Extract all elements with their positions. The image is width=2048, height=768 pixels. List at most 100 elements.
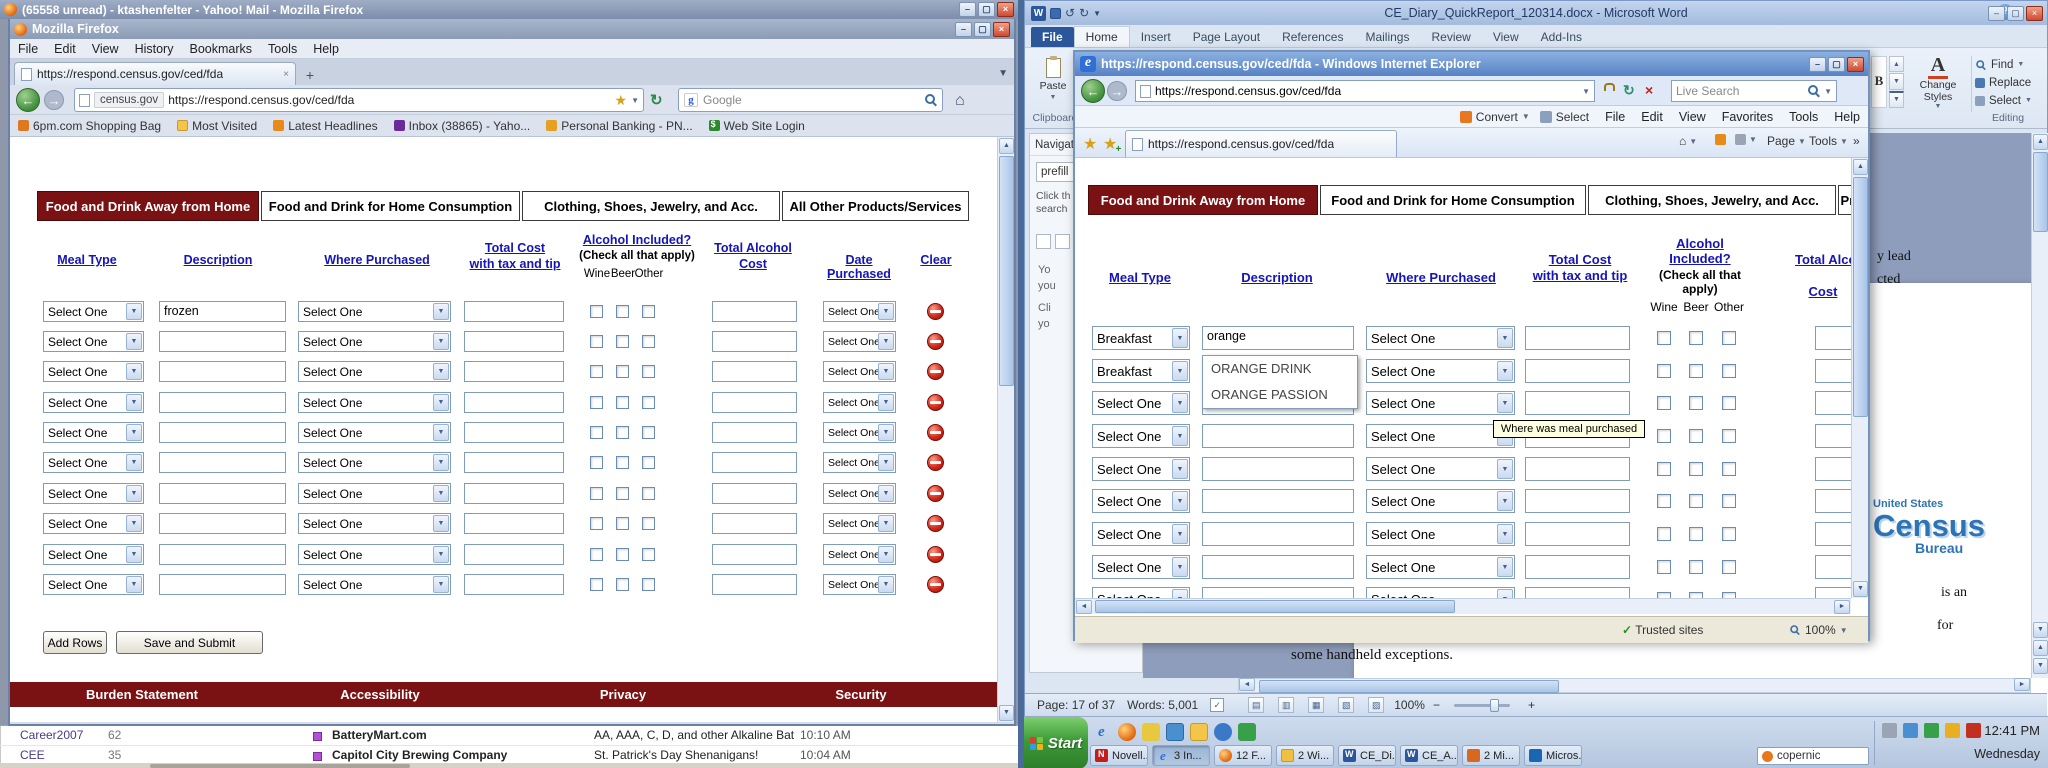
start-button[interactable]: Start <box>1024 717 1088 768</box>
col-header-where-purchased[interactable]: Where Purchased <box>317 253 437 267</box>
select-meal-type[interactable]: Select One▼ <box>1092 587 1190 598</box>
dropdown-arrow-icon[interactable]: ▼ <box>433 333 449 350</box>
select-button[interactable]: Select <box>1540 110 1589 124</box>
select-meal-type[interactable]: Select One▼ <box>43 392 144 413</box>
category-tab-food-and-drink-for-home-consumption[interactable]: Food and Drink for Home Consumption <box>1320 185 1586 215</box>
dropdown-arrow-icon[interactable]: ▼ <box>878 303 894 320</box>
select-where-purchased[interactable]: Select One▼ <box>298 513 451 534</box>
checkbox-other[interactable] <box>1722 429 1736 443</box>
taskbar-button-micros[interactable]: Micros... <box>1524 745 1582 766</box>
ribbon-tab-view[interactable]: View <box>1482 27 1530 47</box>
checkbox-wine[interactable] <box>590 396 603 409</box>
web-layout-view-icon[interactable]: ▦ <box>1308 697 1324 713</box>
dropdown-arrow-icon[interactable]: ▼ <box>1172 393 1188 413</box>
dropdown-arrow-icon[interactable]: ▼ <box>1497 524 1513 544</box>
checkbox-other[interactable] <box>642 396 655 409</box>
minimize-button[interactable]: – <box>1809 57 1826 72</box>
scrollbar-thumb[interactable] <box>2033 152 2048 232</box>
maximize-button[interactable]: ▢ <box>978 2 995 17</box>
checkbox-beer[interactable] <box>616 396 629 409</box>
col-header-description[interactable]: Description <box>1227 270 1327 285</box>
ff-menu-edit[interactable]: Edit <box>46 42 84 56</box>
search-dropdown-icon[interactable]: ▼ <box>1824 87 1832 96</box>
select-where-purchased[interactable]: Select One▼ <box>1366 587 1515 598</box>
volume-icon[interactable] <box>1882 723 1897 738</box>
col-header-with-tax[interactable]: with tax and tip <box>460 257 570 271</box>
more-commands-icon[interactable]: » <box>1853 134 1860 148</box>
select-meal-type[interactable]: Select One▼ <box>43 301 144 322</box>
input-description[interactable] <box>1202 457 1354 481</box>
scroll-left-icon[interactable]: ◄ <box>1239 678 1255 691</box>
select-meal-type[interactable]: Breakfast▼ <box>1092 326 1190 350</box>
select-date-purchased[interactable]: Select One▼ <box>823 544 896 565</box>
mail-subject[interactable]: St. Patrick's Day Shenanigans! <box>594 748 794 764</box>
clear-row-icon[interactable] <box>927 363 944 380</box>
search-input[interactable]: g Google <box>678 88 943 112</box>
col-header-cost[interactable]: Cost <box>708 257 798 271</box>
ff-menu-bookmarks[interactable]: Bookmarks <box>181 42 260 56</box>
category-tab-all-other-products-services[interactable]: All Other Products/Services <box>782 191 969 221</box>
back-button[interactable]: ← <box>1081 79 1105 103</box>
select-date-purchased[interactable]: Select One▼ <box>823 331 896 352</box>
url-text[interactable]: https://respond.census.gov/ced/fda <box>1155 84 1578 98</box>
checkbox-beer[interactable] <box>616 548 629 561</box>
col-header-alcohol-included[interactable]: Alcohol Included? <box>1663 236 1737 266</box>
clear-row-icon[interactable] <box>927 454 944 471</box>
dropdown-arrow-icon[interactable]: ▼ <box>433 303 449 320</box>
select-where-purchased[interactable]: Select One▼ <box>1366 522 1515 546</box>
mail-subject[interactable]: AA, AAA, C, D, and other Alkaline Batter… <box>594 728 794 744</box>
redo-icon[interactable]: ↻ <box>1079 6 1089 20</box>
dropdown-arrow-icon[interactable]: ▼ <box>433 394 449 411</box>
col-header-total-cost[interactable]: Total Cost <box>465 241 565 255</box>
checkbox-wine[interactable] <box>1657 364 1671 378</box>
checkbox-other[interactable] <box>1722 560 1736 574</box>
media-player-icon[interactable] <box>1214 723 1232 741</box>
dropdown-arrow-icon[interactable]: ▼ <box>1172 589 1188 598</box>
ribbon-tab-references[interactable]: References <box>1271 27 1354 47</box>
dropdown-arrow-icon[interactable]: ▼ <box>1497 557 1513 577</box>
antivirus-icon[interactable] <box>1966 723 1981 738</box>
input-total-cost[interactable] <box>1525 522 1630 546</box>
input-description[interactable] <box>1202 489 1354 513</box>
gallery-down-icon[interactable]: ▼ <box>1889 73 1904 89</box>
checkbox-other[interactable] <box>1722 396 1736 410</box>
zoom-slider-thumb[interactable] <box>1490 699 1499 712</box>
zoom-in-icon[interactable]: + <box>1528 698 1535 712</box>
checkbox-wine[interactable] <box>590 548 603 561</box>
input-total-cost[interactable] <box>464 452 564 473</box>
customize-qat-icon[interactable]: ▼ <box>1093 9 1101 18</box>
email-icon[interactable] <box>1142 723 1160 741</box>
dropdown-arrow-icon[interactable]: ▼ <box>126 515 142 532</box>
vertical-scrollbar[interactable]: ▲ ▼ ▲ ▼ <box>2031 133 2048 678</box>
input-description[interactable] <box>159 544 286 565</box>
dropdown-arrow-icon[interactable]: ▼ <box>433 576 449 593</box>
minimize-button[interactable]: – <box>959 2 976 17</box>
dropdown-arrow-icon[interactable]: ▼ <box>878 454 894 471</box>
checkbox-wine[interactable] <box>590 426 603 439</box>
checkbox-other[interactable] <box>642 487 655 500</box>
select-meal-type[interactable]: Select One▼ <box>43 422 144 443</box>
close-button[interactable]: × <box>997 2 1014 17</box>
dropdown-arrow-icon[interactable]: ▼ <box>1497 393 1513 413</box>
dropdown-arrow-icon[interactable]: ▼ <box>126 424 142 441</box>
autocomplete-option[interactable]: ORANGE PASSION <box>1203 382 1357 408</box>
input-total-alcohol-cost[interactable] <box>712 361 797 382</box>
maximize-button[interactable]: ▢ <box>1828 57 1845 72</box>
vertical-scrollbar[interactable]: ▲ ▼ <box>1851 158 1868 598</box>
input-total-alcohol-cost[interactable] <box>1815 359 1851 383</box>
category-tab-all-other-products-services[interactable]: All Other Products/Services <box>1838 185 1851 215</box>
ff-menu-view[interactable]: View <box>84 42 127 56</box>
dropdown-arrow-icon[interactable]: ▼ <box>126 546 142 563</box>
input-total-alcohol-cost[interactable] <box>1815 326 1851 350</box>
select-where-purchased[interactable]: Select One▼ <box>298 331 451 352</box>
url-text[interactable]: https://respond.census.gov/ced/fda <box>168 93 610 107</box>
clear-row-icon[interactable] <box>927 515 944 532</box>
draft-view-icon[interactable]: ▨ <box>1368 697 1384 713</box>
ribbon-tab-mailings[interactable]: Mailings <box>1354 27 1420 47</box>
dropdown-arrow-icon[interactable]: ▼ <box>1497 459 1513 479</box>
dropdown-arrow-icon[interactable]: ▼ <box>878 394 894 411</box>
dropdown-arrow-icon[interactable]: ▼ <box>1172 459 1188 479</box>
checkbox-wine[interactable] <box>1657 560 1671 574</box>
select-where-purchased[interactable]: Select One▼ <box>298 574 451 595</box>
firefox-titlebar[interactable]: Mozilla Firefox – ▢ × <box>10 19 1014 39</box>
